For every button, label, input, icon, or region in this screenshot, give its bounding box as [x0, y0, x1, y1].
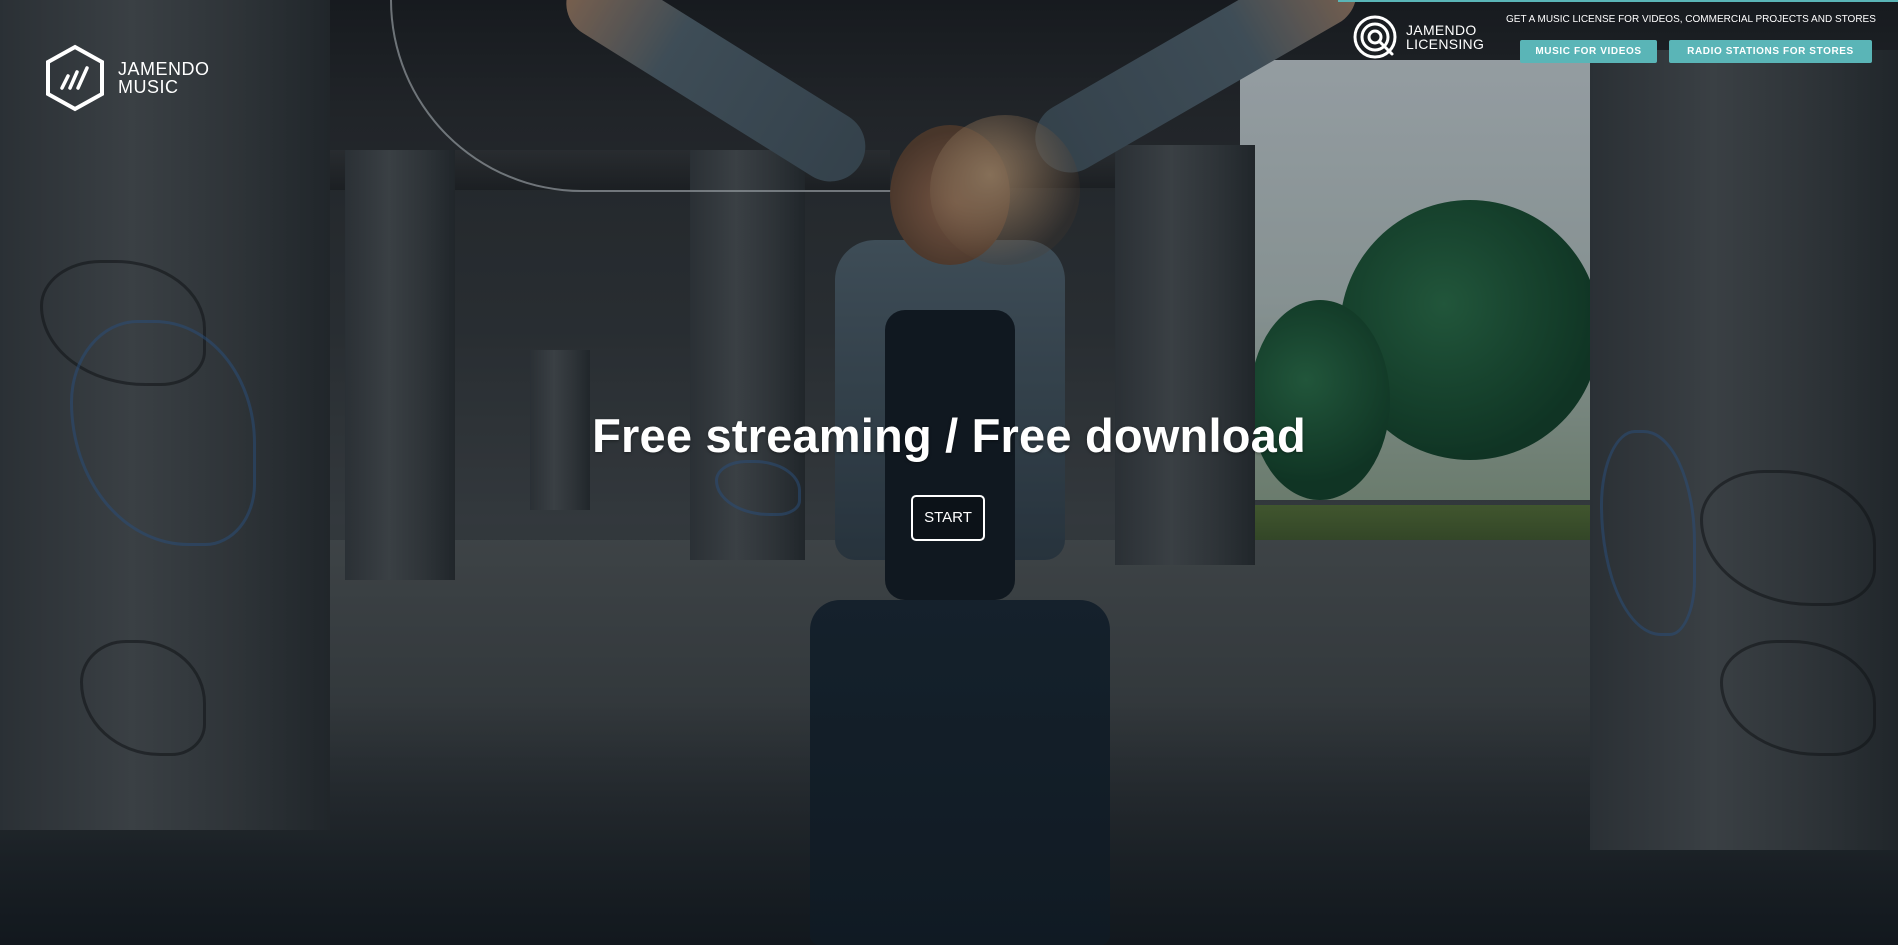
start-button[interactable]: START	[911, 495, 985, 541]
dark-overlay	[0, 0, 1898, 945]
licensing-wordmark: JAMENDO LICENSING	[1406, 23, 1484, 51]
hero-section: JAMENDO MUSIC JAMENDO LICENSING GET A MU…	[0, 0, 1898, 945]
licensing-accent-bar	[1338, 0, 1898, 2]
logo-line-1: JAMENDO	[118, 59, 210, 79]
jamendo-licensing-logo[interactable]: JAMENDO LICENSING	[1352, 14, 1484, 60]
jamendo-music-logo[interactable]: JAMENDO MUSIC	[44, 44, 210, 112]
hero-headline: Free streaming / Free download	[592, 409, 1306, 462]
licensing-circle-icon	[1353, 15, 1397, 59]
radio-stations-for-stores-button[interactable]: RADIO STATIONS FOR STORES	[1669, 40, 1872, 63]
music-for-videos-button[interactable]: MUSIC FOR VIDEOS	[1520, 40, 1657, 63]
hexagon-logo-icon	[46, 44, 104, 112]
logo-wordmark: JAMENDO MUSIC	[118, 60, 210, 96]
licensing-tagline: GET A MUSIC LICENSE FOR VIDEOS, COMMERCI…	[1506, 14, 1876, 25]
licensing-line-1: JAMENDO	[1406, 22, 1477, 38]
logo-line-2: MUSIC	[118, 77, 179, 97]
licensing-line-2: LICENSING	[1406, 36, 1485, 52]
